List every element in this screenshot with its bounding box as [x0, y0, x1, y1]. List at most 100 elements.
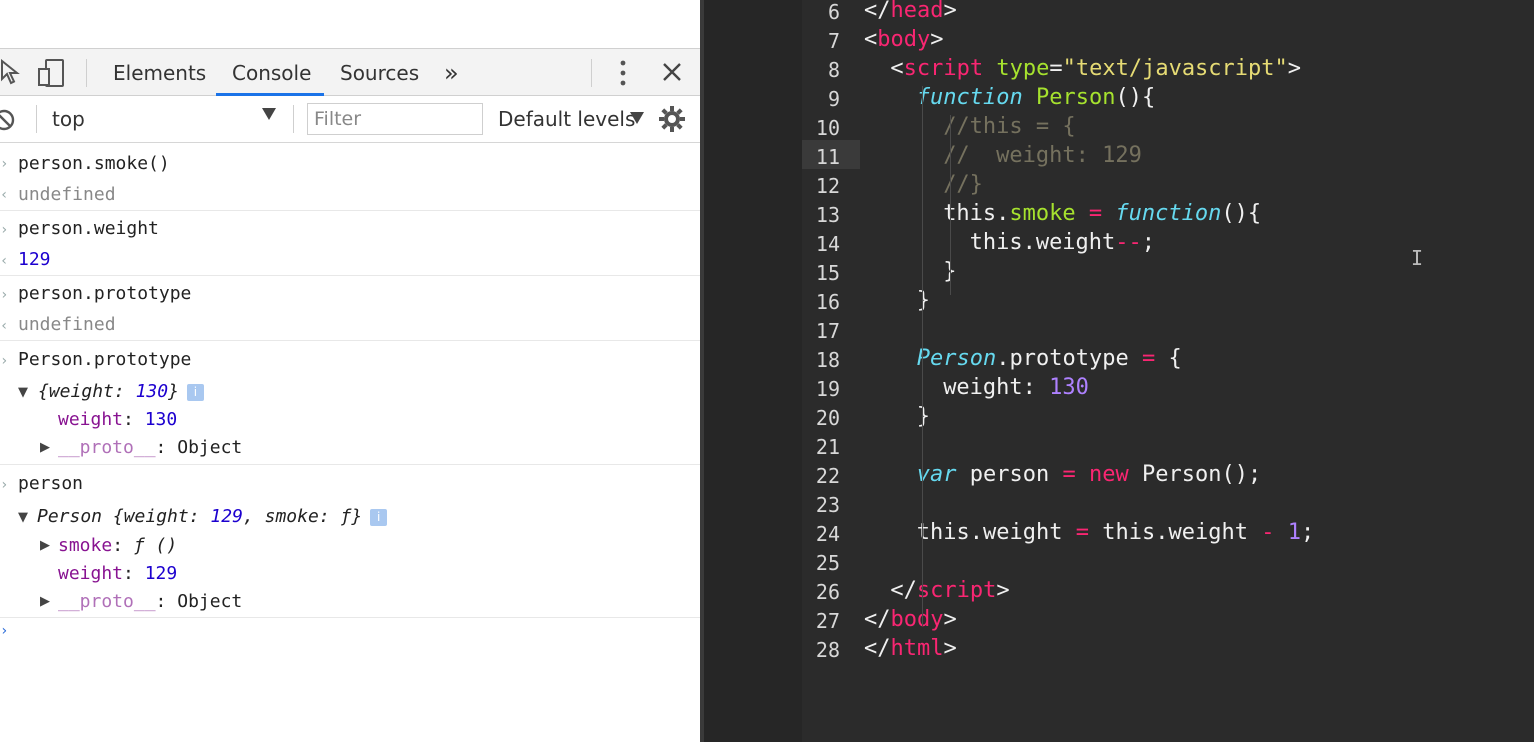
- line-number: 26: [815, 580, 840, 604]
- code-token: type: [996, 56, 1050, 81]
- line-number: 9: [827, 87, 840, 111]
- code-line[interactable]: var person = new Person();: [917, 462, 1261, 487]
- settings-gear-icon[interactable]: [659, 106, 685, 132]
- expand-triangle-icon[interactable]: ▼: [18, 385, 28, 400]
- property-key: __proto__: [58, 591, 156, 612]
- object-property[interactable]: __proto__: Object: [58, 437, 242, 458]
- property-sep: :: [155, 591, 178, 612]
- object-summary[interactable]: {weight: 130} i: [38, 381, 204, 402]
- code-token: this.weight: [969, 230, 1116, 255]
- code-line[interactable]: </script>: [890, 578, 1009, 603]
- kebab-menu-icon[interactable]: [620, 60, 626, 86]
- code-token: }: [916, 404, 931, 429]
- code-line[interactable]: //this = {: [943, 114, 1075, 139]
- expand-triangle-icon[interactable]: ▶: [40, 440, 50, 455]
- code-token: (){: [1115, 85, 1156, 110]
- summary-sep: :: [113, 381, 136, 402]
- code-token: >: [1287, 56, 1302, 81]
- console-filter-input[interactable]: [307, 103, 483, 135]
- code-token: </: [890, 578, 917, 603]
- console-output: undefined: [18, 314, 116, 335]
- chevron-down-icon[interactable]: [262, 108, 276, 120]
- object-property[interactable]: __proto__: Object: [58, 591, 242, 612]
- expand-triangle-icon[interactable]: ▶: [40, 538, 50, 553]
- console-entry: › person ▼ Person {weight: 129, smoke: ƒ…: [0, 465, 700, 618]
- code-line[interactable]: <body>: [864, 27, 943, 52]
- tab-console[interactable]: Console: [232, 49, 311, 96]
- property-sep: :: [155, 437, 178, 458]
- input-prompt-icon: ›: [0, 222, 9, 238]
- code-token: function: [1115, 201, 1222, 226]
- console-entry: › person.prototype ‹ undefined: [0, 276, 700, 341]
- summary-value: 130: [135, 381, 169, 402]
- code-token: Person();: [1128, 462, 1262, 487]
- code-token: >: [943, 607, 957, 632]
- toolbar-separator: [36, 105, 37, 133]
- log-levels-selector[interactable]: Default levels: [498, 96, 635, 142]
- object-property: weight: 130: [58, 409, 177, 430]
- code-line[interactable]: this.weight--;: [970, 230, 1155, 255]
- expand-triangle-icon[interactable]: ▶: [40, 594, 50, 609]
- summary-sep: :: [188, 506, 211, 527]
- more-tabs-button[interactable]: »: [444, 49, 459, 96]
- code-token: person: [956, 462, 1063, 487]
- close-icon[interactable]: [662, 62, 682, 82]
- code-line[interactable]: <script type="text/javascript">: [890, 56, 1301, 81]
- summary-value: ƒ: [340, 506, 352, 527]
- code-line[interactable]: // weight: 129: [943, 143, 1142, 168]
- code-token: =: [1049, 56, 1063, 81]
- code-token: smoke: [1009, 201, 1076, 226]
- context-selector[interactable]: top: [52, 96, 85, 142]
- clear-console-icon[interactable]: [0, 108, 16, 132]
- code-token: // weight: 129: [943, 143, 1142, 168]
- info-icon[interactable]: i: [370, 508, 388, 526]
- code-token: (){: [1221, 201, 1262, 226]
- console-entry: › Person.prototype ▼ {weight: 130} i weig…: [0, 341, 700, 465]
- line-number: 13: [815, 203, 840, 227]
- property-key: smoke: [58, 535, 113, 556]
- line-number: 21: [815, 435, 840, 459]
- code-line[interactable]: </head>: [864, 0, 957, 23]
- inspect-element-icon[interactable]: [0, 59, 22, 85]
- console-entry: › person.weight ‹ 129: [0, 211, 700, 276]
- code-token: >: [930, 27, 944, 52]
- code-line[interactable]: </body>: [864, 607, 957, 632]
- device-toolbar-icon[interactable]: [38, 59, 66, 87]
- info-icon[interactable]: i: [186, 383, 204, 401]
- expand-triangle-icon[interactable]: ▼: [18, 510, 28, 525]
- input-prompt-icon: ›: [0, 477, 9, 493]
- line-number: 27: [815, 609, 840, 633]
- code-token: body: [877, 27, 931, 52]
- object-summary[interactable]: Person {weight: 129, smoke: ƒ} i: [37, 506, 388, 527]
- summary-key: smoke: [264, 506, 319, 527]
- code-token: ;: [1141, 230, 1156, 255]
- code-line[interactable]: Person.prototype = {: [917, 346, 1182, 371]
- console-input: person.prototype: [18, 283, 192, 304]
- object-property[interactable]: smoke: ƒ (): [58, 535, 177, 556]
- code-line[interactable]: </html>: [864, 636, 957, 661]
- tab-elements[interactable]: Elements: [113, 49, 206, 96]
- code-token: Person: [1036, 85, 1116, 110]
- code-line[interactable]: this.smoke = function(){: [943, 201, 1261, 226]
- indent-guide: [922, 86, 923, 626]
- code-token: this.: [943, 201, 1010, 226]
- code-token: {: [1155, 346, 1182, 371]
- line-number: 10: [815, 116, 840, 140]
- code-line[interactable]: }: [917, 288, 930, 313]
- chevron-down-icon[interactable]: [630, 112, 644, 124]
- tab-sources[interactable]: Sources: [340, 49, 419, 96]
- code-token: =: [1141, 346, 1156, 371]
- console-input: person.weight: [18, 218, 159, 239]
- line-number: 14: [815, 232, 840, 256]
- output-return-icon: ‹: [0, 318, 9, 334]
- code-token: body: [890, 607, 944, 632]
- console-prompt-icon[interactable]: ›: [0, 623, 8, 639]
- code-line[interactable]: function Person(){: [917, 85, 1155, 110]
- code-line[interactable]: }: [917, 404, 930, 429]
- code-line[interactable]: this.weight = this.weight - 1;: [917, 520, 1314, 545]
- code-line[interactable]: weight: 130: [943, 375, 1089, 400]
- summary-key: weight: [48, 381, 114, 402]
- code-token: Person: [916, 346, 997, 371]
